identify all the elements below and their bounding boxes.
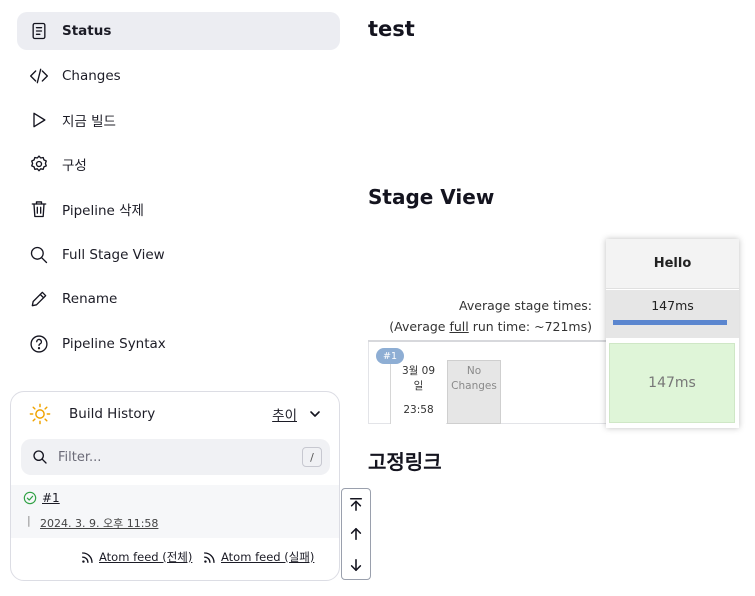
atom-feed-failed-label: Atom feed (실패) <box>221 550 315 564</box>
average-full-suffix: run time: ~721ms) <box>468 319 592 334</box>
stage-average-cell: 147ms <box>606 290 739 338</box>
atom-feeds: Atom feed (전체) Atom feed (실패) <box>11 549 339 569</box>
page-title: test <box>368 17 415 41</box>
build-row[interactable]: #1 | 2024. 3. 9. 오후 11:58 <box>11 485 339 538</box>
stage-average-progress-fill <box>613 320 727 325</box>
stage-average-time: 147ms <box>651 298 694 313</box>
run-date-line2: 일 <box>413 380 424 392</box>
atom-feed-all-label: Atom feed (전체) <box>99 550 193 564</box>
sidebar-item-label: Pipeline 삭제 <box>62 203 144 219</box>
stage-column-hello: Hello 147ms 147ms <box>606 239 739 428</box>
arrow-to-top-icon <box>349 497 363 511</box>
run-badge[interactable]: #1 <box>376 348 404 364</box>
stage-header: Hello <box>606 239 739 289</box>
row-separator: | <box>27 514 31 527</box>
play-icon <box>28 109 50 131</box>
run-time: 23:58 <box>403 404 434 416</box>
sidebar-item-label: Pipeline Syntax <box>62 336 166 352</box>
average-full-run-time: (Average full run time: ~721ms) <box>389 319 592 334</box>
help-circle-icon <box>28 333 50 355</box>
build-history-card: Build History 추이 / #1 | 2024. 3. 9. 오후 1… <box>10 391 340 581</box>
sidebar-item-delete-pipeline[interactable]: Pipeline 삭제 <box>17 190 340 228</box>
run-date-cell[interactable]: 3월 09 일 23:58 <box>390 360 446 424</box>
sidebar-item-label: Full Stage View <box>62 247 165 263</box>
keyboard-shortcut-hint: / <box>302 447 322 467</box>
sidebar-item-configure[interactable]: 구성 <box>17 145 340 183</box>
no-changes-cell[interactable]: No Changes <box>447 360 501 424</box>
build-history-title: Build History <box>69 406 156 422</box>
sun-icon <box>29 403 51 425</box>
rss-icon <box>81 551 93 563</box>
gear-icon <box>28 153 50 175</box>
search-icon <box>28 244 50 266</box>
filter-box: / <box>21 439 330 475</box>
chevron-down-icon[interactable] <box>309 408 321 420</box>
sidebar-item-status[interactable]: Status <box>17 12 340 50</box>
stage-average-progress <box>613 320 727 325</box>
filter-input[interactable] <box>58 449 278 465</box>
sidebar-item-rename[interactable]: Rename <box>17 280 340 318</box>
trash-icon <box>28 198 50 220</box>
scroll-nav <box>341 488 371 580</box>
full-run-link[interactable]: full <box>449 319 468 334</box>
sidebar-item-label: 지금 빌드 <box>62 114 116 130</box>
sidebar-item-label: Changes <box>62 68 121 84</box>
pencil-icon <box>28 288 50 310</box>
sidebar-item-label: 구성 <box>62 158 87 174</box>
run-date-line1: 3월 09 <box>401 365 436 377</box>
arrow-up-icon <box>350 527 362 541</box>
average-full-prefix: (Average <box>389 319 450 334</box>
sidebar-item-label: Status <box>62 23 112 39</box>
scroll-to-top-button[interactable] <box>342 489 370 519</box>
sidebar-item-label: Rename <box>62 291 118 307</box>
build-number-link[interactable]: #1 <box>42 491 60 505</box>
atom-feed-failed-link[interactable]: Atom feed (실패) <box>203 549 314 565</box>
permalinks-title: 고정링크 <box>368 450 442 474</box>
build-date-link[interactable]: 2024. 3. 9. 오후 11:58 <box>40 515 158 531</box>
rss-icon <box>203 551 215 563</box>
code-icon <box>28 65 50 87</box>
trend-link[interactable]: 추이 <box>272 404 297 424</box>
sidebar-item-full-stage-view[interactable]: Full Stage View <box>17 236 340 274</box>
changes-line1: No <box>466 365 482 377</box>
success-check-icon <box>23 491 37 505</box>
arrow-down-icon <box>350 558 362 572</box>
status-icon <box>28 20 50 42</box>
scroll-down-button[interactable] <box>342 550 370 580</box>
sidebar-item-pipeline-syntax[interactable]: Pipeline Syntax <box>17 325 340 363</box>
search-icon <box>33 450 47 464</box>
scroll-up-button[interactable] <box>342 519 370 549</box>
sidebar-item-changes[interactable]: Changes <box>17 57 340 95</box>
average-stage-times-label: Average stage times: <box>459 298 592 313</box>
stage-result-cell[interactable]: 147ms <box>609 343 735 423</box>
run-date: 3월 09 일 <box>391 364 446 394</box>
atom-feed-all-link[interactable]: Atom feed (전체) <box>81 549 192 565</box>
build-history-header: Build History 추이 <box>11 392 339 436</box>
changes-line2: Changes <box>451 380 497 392</box>
sidebar-item-build-now[interactable]: 지금 빌드 <box>17 101 340 139</box>
stage-view-title: Stage View <box>368 185 495 209</box>
